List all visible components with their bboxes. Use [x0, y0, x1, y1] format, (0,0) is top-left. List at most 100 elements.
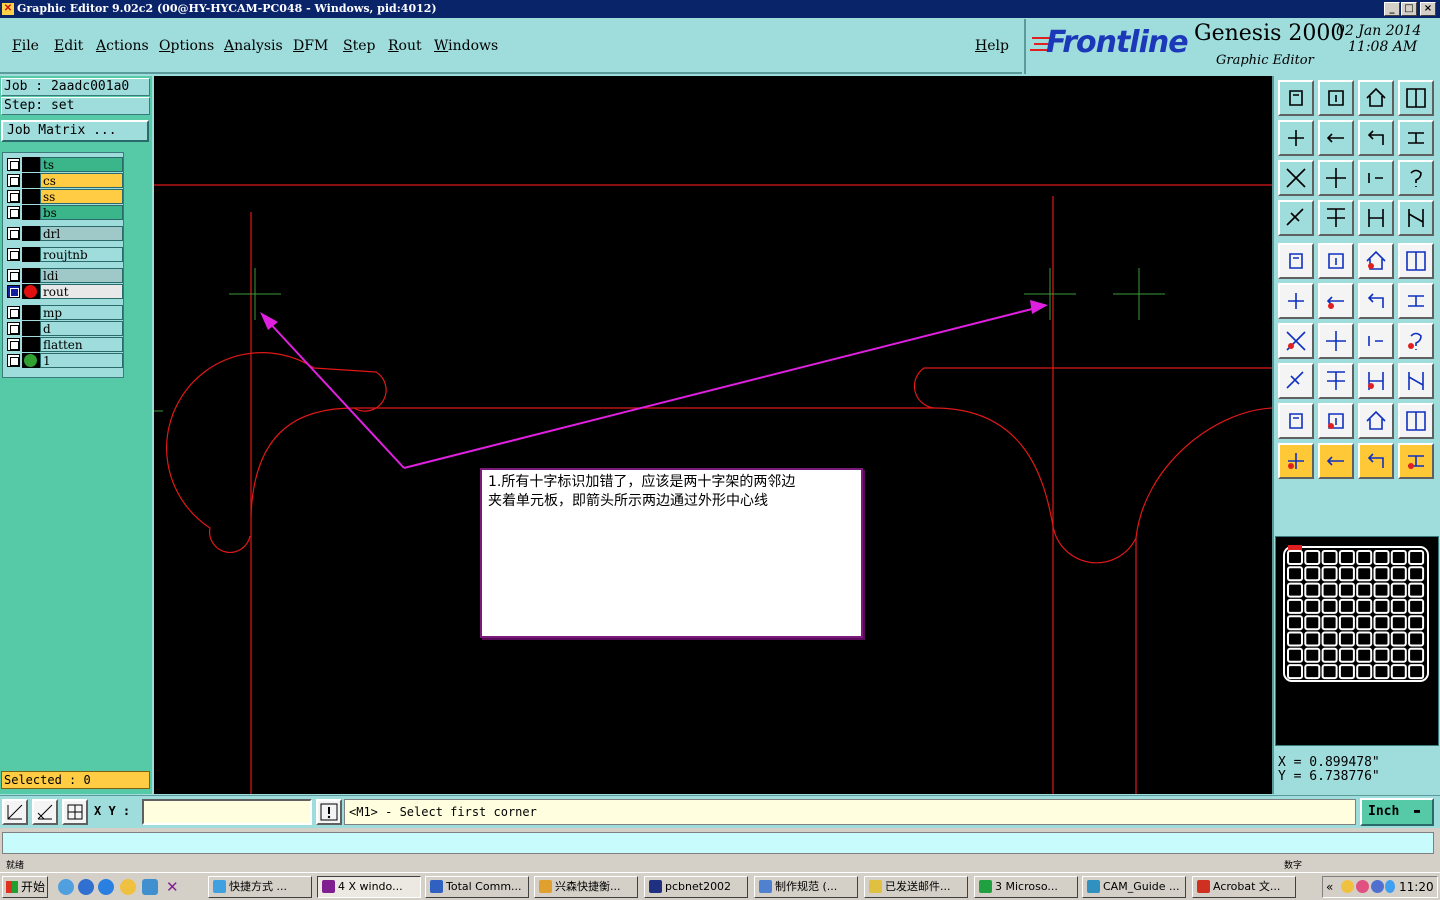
- letter-a-2-icon[interactable]: [1398, 403, 1434, 439]
- shape-icon[interactable]: [1318, 243, 1354, 279]
- layer-checkbox[interactable]: [7, 269, 20, 282]
- taskbar-task-8[interactable]: CAM_Guide ...: [1082, 876, 1186, 898]
- menu-actions[interactable]: Actions: [96, 38, 149, 54]
- xy-input[interactable]: [142, 799, 312, 825]
- layer-row-roujtnb[interactable]: roujtnb: [5, 247, 123, 262]
- taskbar-task-5[interactable]: 制作规范 (...: [754, 876, 858, 898]
- tray-clock-icon[interactable]: [1341, 880, 1354, 893]
- taskbar-task-7[interactable]: 3 Microso...: [974, 876, 1078, 898]
- measure-icon[interactable]: [1358, 363, 1394, 399]
- layer-name[interactable]: ts: [40, 157, 123, 172]
- select-2-icon[interactable]: [1318, 443, 1354, 479]
- window-icon[interactable]: [1398, 80, 1434, 116]
- move-node-icon[interactable]: [1358, 283, 1394, 319]
- snap-red-2-icon[interactable]: [1398, 200, 1434, 236]
- layer-name[interactable]: ldi: [40, 268, 123, 283]
- maximize-button[interactable]: □: [1401, 2, 1417, 16]
- menu-help[interactable]: Help: [975, 38, 1009, 54]
- help-icon[interactable]: [1398, 160, 1434, 196]
- tray-app-icon[interactable]: [1356, 880, 1369, 893]
- triangle-icon[interactable]: [1278, 403, 1314, 439]
- layer-row-bs[interactable]: bs: [5, 205, 123, 220]
- layer-checkbox[interactable]: [7, 322, 20, 335]
- step-preview[interactable]: [1275, 536, 1439, 746]
- undo-icon[interactable]: [1358, 120, 1394, 156]
- feature-icon[interactable]: [1278, 363, 1314, 399]
- tray-volume-icon[interactable]: [1385, 880, 1395, 893]
- taskbar-task-6[interactable]: 已发送邮件...: [864, 876, 968, 898]
- text-icon[interactable]: [1398, 323, 1434, 359]
- redo-icon[interactable]: [1398, 120, 1434, 156]
- title-bar[interactable]: ✕ Graphic Editor 9.02c2 (00@HY-HYCAM-PC0…: [0, 0, 1440, 18]
- taskbar-task-1[interactable]: 4 X windo...: [317, 876, 421, 898]
- copy-icon[interactable]: [1398, 363, 1434, 399]
- start-button[interactable]: 开始: [2, 876, 48, 898]
- layer-row-rout[interactable]: rout: [5, 284, 123, 299]
- layer-name[interactable]: d: [40, 321, 123, 336]
- layer-checkbox[interactable]: [7, 158, 20, 171]
- line-angle-icon[interactable]: [1278, 323, 1314, 359]
- menu-dfm[interactable]: DFM: [293, 38, 328, 54]
- home-icon[interactable]: [1358, 80, 1394, 116]
- layer-name[interactable]: flatten: [40, 337, 123, 352]
- layer-name[interactable]: drl: [40, 226, 123, 241]
- x-app-icon[interactable]: ✕: [166, 879, 182, 895]
- graphic-canvas[interactable]: 1.所有十字标识加错了，应该是两十字架的两邻边 夹着单元板，即箭头所示两边通过外…: [154, 76, 1272, 794]
- layer-row-mp[interactable]: mp: [5, 305, 123, 320]
- layer-checkbox[interactable]: [7, 248, 20, 261]
- layer-checkbox[interactable]: [7, 354, 20, 367]
- taskbar-task-2[interactable]: Total Comm...: [425, 876, 529, 898]
- select-3-icon[interactable]: [1358, 443, 1394, 479]
- layer-name[interactable]: roujtnb: [40, 247, 123, 262]
- zoom-out-icon[interactable]: [1318, 120, 1354, 156]
- grid-snap-icon[interactable]: [62, 799, 88, 825]
- line-icon[interactable]: [1318, 323, 1354, 359]
- delete-node-icon[interactable]: [1318, 283, 1354, 319]
- split-icon[interactable]: [1318, 363, 1354, 399]
- units-button[interactable]: Inch ▬: [1360, 798, 1434, 826]
- arc-icon[interactable]: [1358, 323, 1394, 359]
- tray-network-icon[interactable]: [1371, 880, 1384, 893]
- layer-checkbox[interactable]: [7, 306, 20, 319]
- taskbar-task-0[interactable]: 快捷方式 ...: [208, 876, 312, 898]
- open-icon[interactable]: [1278, 80, 1314, 116]
- browser-icon[interactable]: [78, 879, 94, 895]
- menu-windows[interactable]: Windows: [434, 38, 498, 54]
- pad-icon[interactable]: [1278, 243, 1314, 279]
- letter-a-icon[interactable]: [1358, 403, 1394, 439]
- layer-checkbox[interactable]: [7, 285, 20, 298]
- layer-checkbox[interactable]: [7, 227, 20, 240]
- layer-row-flatten[interactable]: flatten: [5, 337, 123, 352]
- measure-icon[interactable]: [32, 799, 58, 825]
- fit-icon[interactable]: [1278, 160, 1314, 196]
- layer-row-d[interactable]: d: [5, 321, 123, 336]
- layer-checkbox[interactable]: [7, 190, 20, 203]
- layer-row-1[interactable]: 1: [5, 353, 123, 368]
- layer-checkbox[interactable]: [7, 174, 20, 187]
- menu-rout[interactable]: Rout: [388, 38, 422, 54]
- layer-name[interactable]: mp: [40, 305, 123, 320]
- layer-name[interactable]: 1: [40, 353, 123, 368]
- snap-icon[interactable]: [2, 799, 28, 825]
- qq-icon[interactable]: [58, 879, 74, 895]
- outlook-icon[interactable]: [142, 879, 158, 895]
- menu-edit[interactable]: Edit: [54, 38, 83, 54]
- taskbar-task-4[interactable]: pcbnet2002: [644, 876, 748, 898]
- menu-options[interactable]: Options: [159, 38, 214, 54]
- layer-name[interactable]: rout: [40, 284, 123, 299]
- layer-row-drl[interactable]: drl: [5, 226, 123, 241]
- layer-checkbox[interactable]: [7, 206, 20, 219]
- alert-icon[interactable]: [316, 799, 342, 825]
- close-button[interactable]: ×: [1420, 2, 1436, 16]
- ruler-icon[interactable]: [1358, 243, 1394, 279]
- layer-row-ts[interactable]: ts: [5, 157, 123, 172]
- menu-file[interactable]: File: [12, 38, 39, 54]
- pan-icon[interactable]: [1318, 160, 1354, 196]
- select-icon[interactable]: [1278, 443, 1314, 479]
- route-icon[interactable]: [1398, 443, 1434, 479]
- minimize-button[interactable]: _: [1384, 2, 1400, 16]
- layer-row-ss[interactable]: ss: [5, 189, 123, 204]
- add-node-icon[interactable]: [1398, 283, 1434, 319]
- snap-red-icon[interactable]: [1358, 200, 1394, 236]
- layer-name[interactable]: ss: [40, 189, 123, 204]
